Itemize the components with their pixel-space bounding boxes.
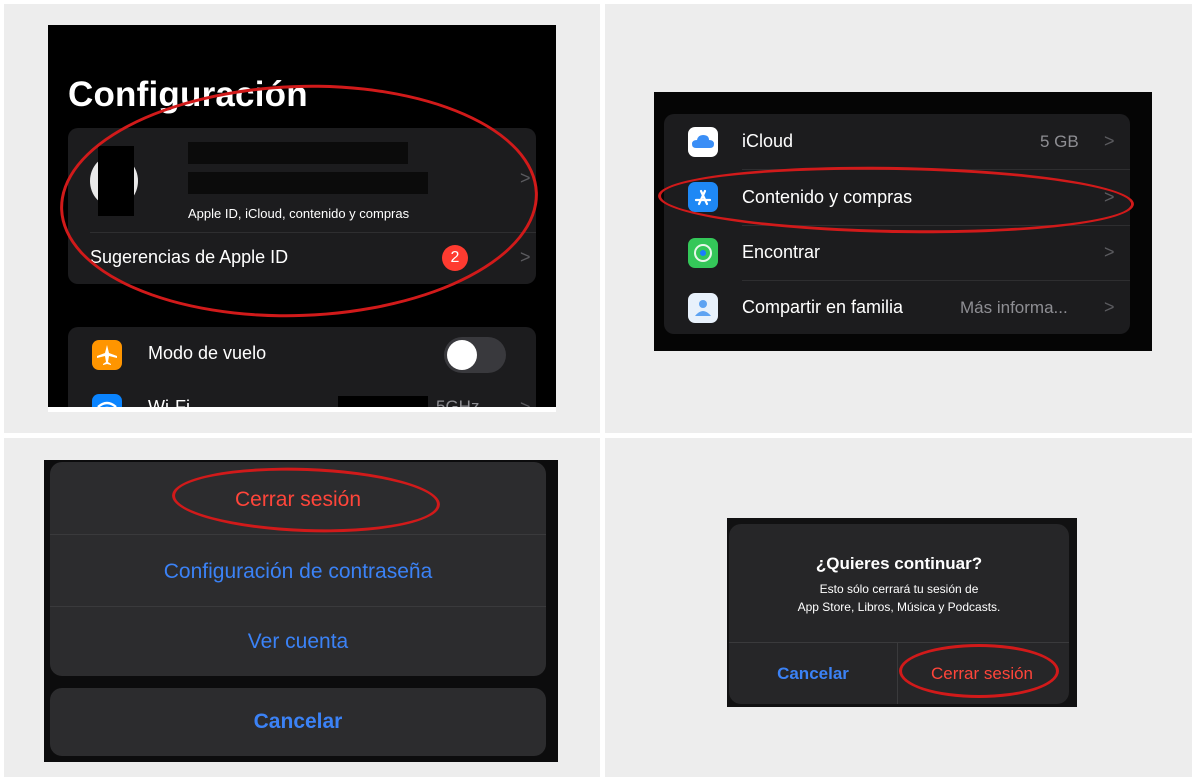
cancel-button[interactable]: Cancelar	[50, 710, 546, 734]
airplane-mode-toggle[interactable]	[444, 337, 506, 373]
chevron-right-icon: >	[1104, 187, 1115, 207]
find-my-label: Encontrar	[742, 242, 821, 262]
airplane-mode-label: Modo de vuelo	[148, 343, 267, 363]
icloud-label: iCloud	[742, 131, 794, 151]
airplane-icon	[92, 340, 122, 370]
password-settings-button[interactable]: Configuración de contraseña	[50, 560, 546, 584]
network-group: Modo de vuelo Wi-Fi 5GHz >	[68, 327, 536, 412]
divider	[50, 534, 546, 535]
account-subtitle: Apple ID, iCloud, contenido y compras	[188, 206, 410, 221]
account-group: Apple ID, iCloud, contenido y compras > …	[68, 128, 536, 284]
alert-message-line1: Esto sólo cerrará tu sesión de	[819, 582, 979, 596]
apple-id-screenshot: iCloud 5 GB > Contenido y compras > Enco…	[654, 92, 1152, 351]
chevron-right-icon: >	[1104, 297, 1115, 317]
avatar-redaction	[98, 146, 134, 216]
chevron-right-icon: >	[1104, 131, 1115, 151]
toggle-knob	[447, 340, 477, 370]
family-sharing-row[interactable]: Compartir en familia Más informa... >	[664, 281, 1130, 334]
page-title: Configuración	[68, 75, 308, 114]
icloud-storage-value: 5 GB	[1040, 132, 1079, 151]
chevron-right-icon: >	[520, 247, 531, 267]
sign-out-button[interactable]: Cerrar sesión	[50, 488, 546, 512]
icloud-row[interactable]: iCloud 5 GB >	[664, 114, 1130, 169]
airplane-mode-row[interactable]: Modo de vuelo	[68, 327, 536, 383]
apple-id-suggestions-label: Sugerencias de Apple ID	[90, 247, 289, 267]
view-account-button[interactable]: Ver cuenta	[50, 630, 546, 654]
confirm-alert-screenshot: ¿Quieres continuar? Esto sólo cerrará tu…	[727, 518, 1077, 707]
family-sharing-value: Más informa...	[960, 298, 1068, 317]
action-sheet: Cerrar sesión Configuración de contraseñ…	[50, 462, 546, 676]
chevron-right-icon: >	[1104, 242, 1115, 262]
app-store-icon	[688, 182, 718, 212]
content-purchases-row[interactable]: Contenido y compras >	[664, 170, 1130, 225]
screenshot-crop-edge	[48, 407, 556, 412]
find-my-icon	[688, 238, 718, 268]
notification-badge: 2	[442, 245, 468, 271]
family-sharing-label: Compartir en familia	[742, 297, 904, 317]
account-row[interactable]: Apple ID, iCloud, contenido y compras >	[68, 128, 536, 232]
account-name-redaction	[188, 142, 408, 164]
divider	[729, 642, 1069, 643]
find-my-row[interactable]: Encontrar >	[664, 226, 1130, 280]
confirm-alert: ¿Quieres continuar? Esto sólo cerrará tu…	[729, 524, 1069, 704]
apple-id-suggestions-row[interactable]: Sugerencias de Apple ID 2 >	[68, 233, 536, 284]
action-sheet-screenshot: Cerrar sesión Configuración de contraseñ…	[44, 460, 558, 762]
alert-cancel-button[interactable]: Cancelar	[729, 664, 897, 684]
cancel-sheet: Cancelar	[50, 688, 546, 756]
content-purchases-label: Contenido y compras	[742, 187, 913, 207]
alert-message-line2: App Store, Libros, Música y Podcasts.	[797, 600, 1001, 614]
alert-title: ¿Quieres continuar?	[815, 554, 983, 573]
divider	[50, 606, 546, 607]
account-email-redaction	[188, 172, 428, 194]
services-group: iCloud 5 GB > Contenido y compras > Enco…	[664, 114, 1130, 334]
icloud-icon	[688, 127, 718, 157]
chevron-right-icon: >	[520, 168, 531, 188]
alert-sign-out-button[interactable]: Cerrar sesión	[898, 664, 1066, 684]
settings-screenshot: Configuración Apple ID, iCloud, contenid…	[48, 25, 556, 412]
family-sharing-icon	[688, 293, 718, 323]
